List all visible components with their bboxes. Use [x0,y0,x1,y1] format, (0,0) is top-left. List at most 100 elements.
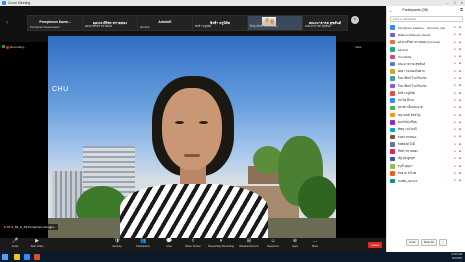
share-screen-icon: ⬆ [190,238,196,244]
muted-mic-icon[interactable]: ● [454,106,457,109]
pop-out-icon[interactable]: ⧉ [460,7,463,12]
participants-panel: ⌄ Participants (38) ⧉ Pornpimon Kaewsu..… [386,6,465,252]
windows-start-icon[interactable] [2,254,8,260]
file-explorer-icon[interactable] [14,254,20,260]
backdrop-text: CHU [52,86,69,93]
video-off-icon: ■ [459,127,461,132]
video-off-icon: ■ [459,97,461,102]
view-button[interactable]: View [355,45,361,49]
chat-button[interactable]: 💬 Chat [156,239,182,252]
muted-mic-icon[interactable]: ● [454,47,457,51]
video-off-icon: ■ [459,112,461,117]
muted-mic-icon[interactable]: ● [454,98,457,102]
collapse-chevron-icon[interactable]: ⌄ [389,8,392,13]
security-button[interactable]: 🛡 Security [104,239,130,252]
avatar [390,156,395,162]
video-off-icon: ■ [459,90,461,95]
participant-row[interactable]: ผศ.ดร.ศิริพร ทรายทอง (Co-host) ● ■ [387,39,465,46]
participant-search-input[interactable] [390,16,463,22]
participant-row[interactable]: วิมลรัตน์ ศรีสุข ● ■ [387,119,465,126]
speaker-name-tag: 07-2_S6_S_S3 Pornpimon Songpo... [2,224,59,230]
muted-mic-icon[interactable]: ● [454,128,457,131]
muted-mic-icon[interactable]: ● [454,26,457,29]
breakout-rooms-button[interactable]: ⊞ Breakout Rooms [236,239,262,252]
strip-prev-icon[interactable]: ‹ [6,19,12,27]
participant-row[interactable]: ก็มนาฟิลล์ โรงเรียนวัด ● ■ [387,82,465,89]
muted-mic-icon[interactable]: ● [454,157,457,160]
thumbnail-tile[interactable]: ผศ.ดร.ศิริพร ทรายทอง ผศ.ดร.ศิริพร ทรายทอ… [82,15,138,31]
tile-label: Pornpimon Kaewsuwan [30,25,60,29]
muted-mic-icon[interactable]: ● [454,55,457,58]
muted-mic-icon[interactable]: ● [454,120,457,124]
muted-mic-icon[interactable]: ● [454,40,457,44]
tile-label: ผศ.ดร.ศิริพร ทรายทอง [85,24,113,28]
thumbnail-tile[interactable]: คณะมาธารด สุขสันต์ คณะมาธารด สุขสันต์ [302,15,348,31]
more-options-button[interactable]: ... [438,238,447,246]
recording-indicator[interactable]: Recording... [6,45,26,49]
zoom-taskbar-icon[interactable] [24,254,30,260]
participants-button[interactable]: 👥 Participants [130,239,156,252]
avatar [390,76,395,81]
thumbnail-tile[interactable]: ก็มนาฟิลล์ โรงเรียนวัด... [247,15,303,31]
recording-label: Recording... [10,45,27,49]
participant-row[interactable]: ณัฐวุฒิ พูลสุข ● ■ [387,155,465,162]
share-screen-button[interactable]: ⬆ Share Screen [180,239,206,252]
participant-row[interactable]: พิชญา แก้วมณี ● ■ [387,126,465,133]
participant-row[interactable]: สุดาพร เอี่ยมสะอาด ● ■ [387,104,465,111]
apps-icon: ⊕ [292,238,298,244]
muted-mic-icon[interactable]: ● [454,69,457,73]
thumbnail-tile[interactable]: ชิงช้า ครูนิจิต ชิงช้า ครูนิจิต [192,15,248,31]
participant-row[interactable]: Pornnittha ● ■ [387,53,465,60]
leave-button[interactable]: Leave [368,242,382,248]
participant-row[interactable]: Pornpimon Kaewsu... (Co-host, me) ● ■ [387,24,465,31]
video-off-icon: ■ [459,46,461,51]
video-off-icon: ■ [459,163,461,168]
video-off-icon: ■ [459,25,461,29]
muted-mic-icon[interactable]: ● [454,62,457,65]
muted-mic-icon[interactable]: ● [454,77,457,80]
muted-mic-icon[interactable]: ● [454,150,457,153]
invite-button[interactable]: Invite [406,238,419,246]
participant-row[interactable]: คณะมาธารด สุขสันต์ ● ■ [387,60,465,67]
participant-row[interactable]: Sittiporn Siripoom (Host) ● ■ [387,31,465,38]
reactions-icon: ☺ [270,238,276,244]
participant-row[interactable]: อรุณี บุญมา ● ■ [387,163,465,170]
muted-mic-icon[interactable]: ● [454,171,457,175]
muted-mic-icon[interactable]: ● [454,113,457,117]
participant-row[interactable]: ชญานนท์ มิ่งขวัญ ● ■ [387,112,465,119]
encryption-shield-icon[interactable] [2,45,5,48]
strip-next-icon[interactable]: › [351,16,359,24]
microphone-icon: 🎤 [12,238,19,244]
participant-row[interactable]: ประวิต ดีงาม ● ■ [387,97,465,104]
participant-row[interactable]: ศิริพร ทรายทอง ● ■ [387,148,465,155]
system-clock: 11:56 AM 9/4/2565 [451,253,462,260]
mute-all-button[interactable]: Mute All [420,238,437,246]
tile-name: AdminK [158,20,172,24]
os-taskbar: 11:56 AM 9/4/2565 [0,252,465,262]
participant-row[interactable]: กิตติพงษ์ ใจดี ● ■ [387,141,465,148]
pause-stop-recording-button[interactable]: ⏸ Pause/Stop Recording [206,239,236,252]
participant-row[interactable]: นิตยา ร่องทองไพศาล ● ■ [387,68,465,75]
participant-row[interactable]: RUBB_Admin1 ● ■ [387,177,465,184]
muted-mic-icon[interactable]: ● [454,33,457,36]
panel-header: ⌄ Participants (38) ⧉ [387,6,465,14]
thumbnail-tile[interactable]: Pornpimon Kaew... Pornpimon Kaewsuwan [27,15,83,31]
security-icon: 🛡 [114,238,121,244]
start-video-button[interactable]: ▶ Start Video [24,239,50,252]
participant-row[interactable]: AdminK ● ■ [387,46,465,53]
muted-mic-icon[interactable]: ● [454,84,457,87]
muted-mic-icon[interactable]: ● [454,135,457,138]
muted-mic-icon[interactable]: ● [454,164,457,168]
participant-row[interactable]: ก็มนาฟิลล์ โรงเรียนวัด ● ■ [387,75,465,82]
muted-mic-icon[interactable]: ● [454,91,457,95]
tile-label: ชิงช้า ครูนิจิต [195,24,212,28]
browser-icon[interactable] [34,254,40,260]
video-off-icon: ■ [459,178,461,183]
muted-mic-icon[interactable]: ● [454,179,457,182]
thumbnail-tile[interactable]: AdminK adminK [137,15,193,31]
participant-row[interactable]: ชิงช้า ครูนิจิต ● ■ [387,90,465,97]
more-button[interactable]: … More [302,239,328,252]
muted-mic-icon[interactable]: ● [454,142,457,146]
participant-row[interactable]: ธนพร สายทอง ● ■ [387,133,465,140]
participant-row[interactable]: สมชาย รักไทย ● ■ [387,170,465,177]
